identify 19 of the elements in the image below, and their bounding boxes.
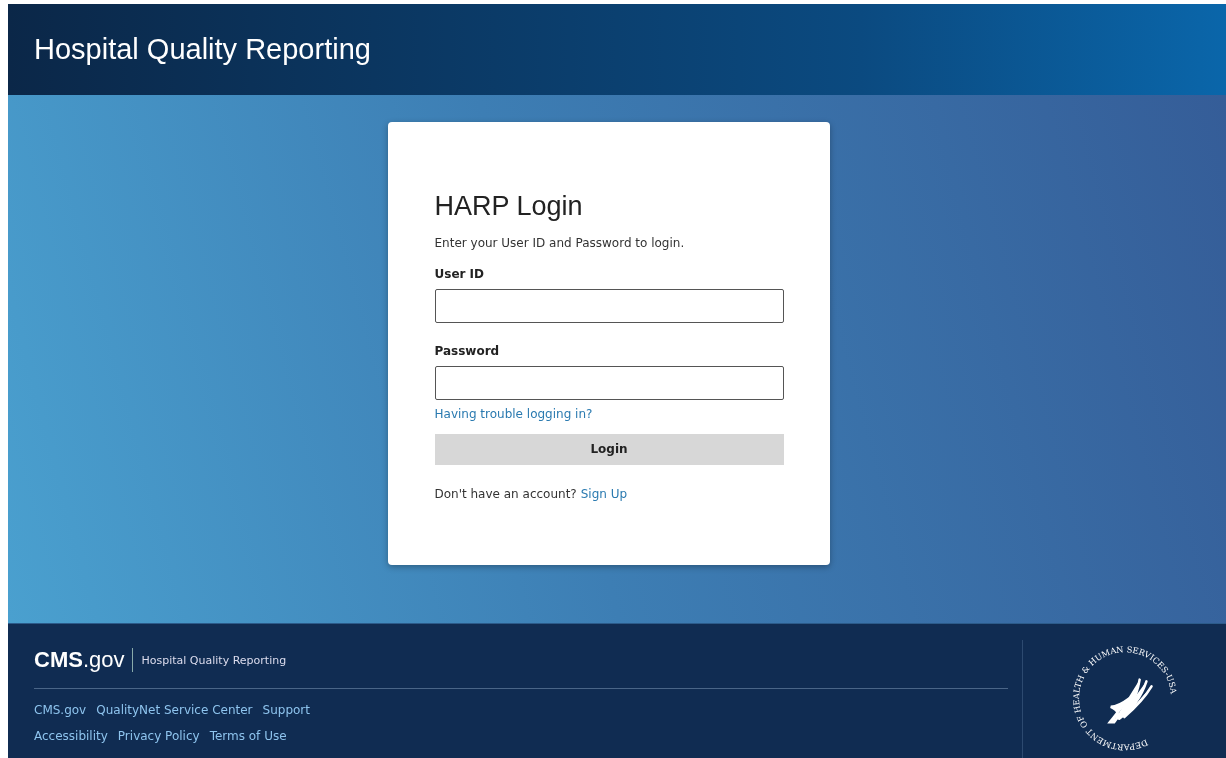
site-title: Hospital Quality Reporting [34,32,371,66]
footer-link[interactable]: QualityNet Service Center [96,703,253,717]
footer-link[interactable]: Privacy Policy [117,729,200,743]
footer-link[interactable]: Terms of Use [209,729,287,743]
input-field[interactable] [434,365,784,400]
footer-site-name: Hospital Quality Reporting [141,653,287,667]
footer-link[interactable]: CMS.gov [34,703,87,717]
help-link[interactable]: Having trouble logging in? [434,406,593,421]
login-button[interactable]: Login [434,433,784,465]
login-title: HARP Login [434,189,583,222]
input-field[interactable] [434,288,784,323]
field-label: Password [434,343,500,358]
login-instructions: Enter your User ID and Password to login. [434,235,685,250]
field-label: User ID [434,266,485,281]
footer-link[interactable]: Support [262,703,310,717]
footer-link[interactable]: Accessibility [34,729,108,743]
cms-logo[interactable]: CMS.gov [34,648,134,672]
signup-link[interactable]: Sign Up [580,486,628,501]
signup-prompt: Don't have an account? [434,486,577,501]
